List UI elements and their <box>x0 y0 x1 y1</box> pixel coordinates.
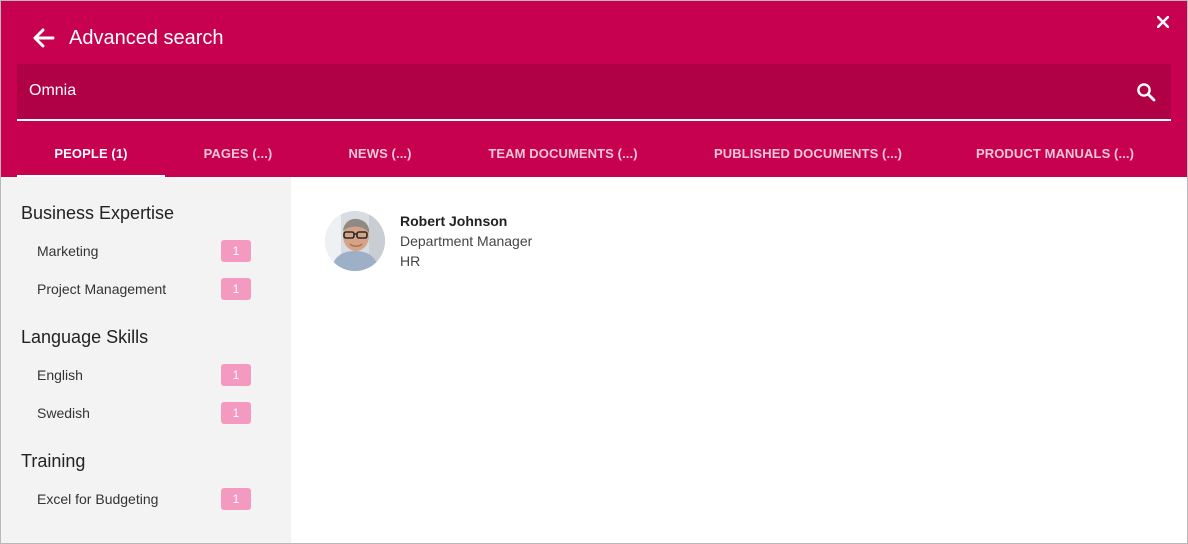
refiner-item-label: Project Management <box>37 281 167 297</box>
refiner-group-title: Business Expertise <box>21 203 175 223</box>
refiner-group-title: Language Skills <box>21 327 149 347</box>
refiner-count-badge: 1 <box>221 402 251 424</box>
refiner-panel: Business Expertise Marketing 1 Project M… <box>1 177 291 543</box>
refiner-item-swedish[interactable]: Swedish 1 <box>21 399 257 429</box>
person-photo <box>325 211 385 271</box>
person-department: HR <box>400 253 421 269</box>
dialog-title: Advanced search <box>69 27 224 49</box>
refiner-count-badge: 1 <box>221 240 251 262</box>
close-icon <box>1157 16 1169 28</box>
refiner-item-english[interactable]: English 1 <box>21 361 257 391</box>
tab-people[interactable]: PEOPLE (1) <box>17 129 165 177</box>
advanced-search-dialog: Advanced search PEOPLE (1) PAGES (...) N… <box>0 0 1188 544</box>
tab-product-manuals[interactable]: PRODUCT MANUALS (...) <box>939 129 1171 177</box>
refiner-item-marketing[interactable]: Marketing 1 <box>21 237 257 267</box>
person-result-card[interactable]: Robert Johnson Department Manager HR <box>325 211 625 275</box>
refiner-count-badge: 1 <box>221 364 251 386</box>
search-input[interactable] <box>29 76 1109 106</box>
person-job-title: Department Manager <box>400 233 533 249</box>
tab-team-documents[interactable]: TEAM DOCUMENTS (...) <box>449 129 677 177</box>
refiner-item-label: Marketing <box>37 243 99 259</box>
refiner-count-badge: 1 <box>221 488 251 510</box>
refiner-item-label: Swedish <box>37 405 90 421</box>
back-button[interactable] <box>31 26 57 50</box>
refiner-group-title: Training <box>21 451 86 471</box>
search-bar <box>17 64 1171 121</box>
avatar[interactable] <box>325 211 385 271</box>
refiner-count-badge: 1 <box>221 278 251 300</box>
tab-published-documents[interactable]: PUBLISHED DOCUMENTS (...) <box>677 129 939 177</box>
refiner-item-project-management[interactable]: Project Management 1 <box>21 275 257 305</box>
search-results: Robert Johnson Department Manager HR <box>291 177 1187 543</box>
tab-news[interactable]: NEWS (...) <box>311 129 449 177</box>
search-icon <box>1137 83 1156 102</box>
result-tabs: PEOPLE (1) PAGES (...) NEWS (...) TEAM D… <box>17 129 1171 178</box>
close-button[interactable] <box>1154 13 1172 31</box>
refiner-item-label: Excel for Budgeting <box>37 491 159 507</box>
refiner-item-excel-for-budgeting[interactable]: Excel for Budgeting 1 <box>21 485 257 515</box>
arrow-left-icon <box>33 28 55 48</box>
search-button[interactable] <box>1133 79 1159 105</box>
refiner-item-label: English <box>37 367 83 383</box>
tab-pages[interactable]: PAGES (...) <box>165 129 311 177</box>
dialog-header: Advanced search PEOPLE (1) PAGES (...) N… <box>1 1 1187 178</box>
person-name[interactable]: Robert Johnson <box>400 213 507 229</box>
